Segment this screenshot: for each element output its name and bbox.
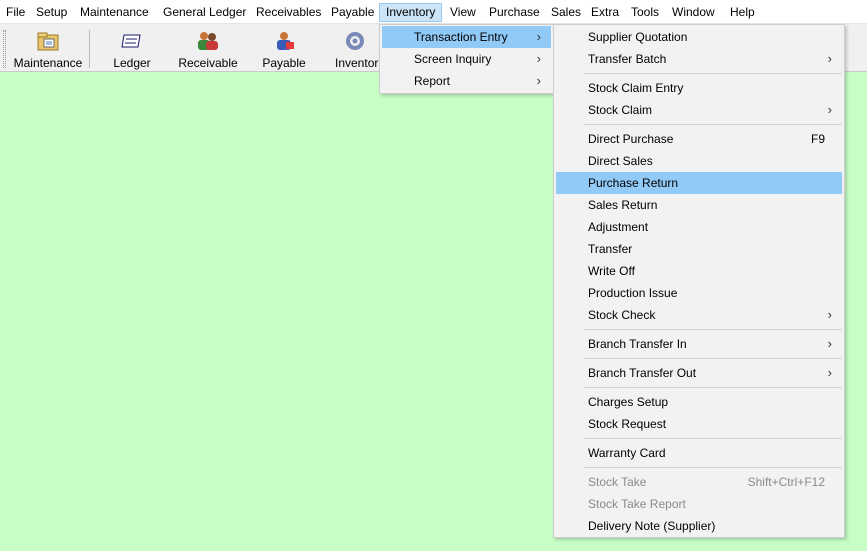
menu-item-shortcut: F9	[810, 132, 825, 146]
menu-item-label: Stock Check	[588, 308, 656, 322]
ledger-button-label: Ledger	[113, 56, 151, 70]
chevron-right-icon: ›	[827, 365, 832, 380]
menu-item-label: Report	[414, 74, 451, 88]
menu-extra[interactable]: Extra	[585, 3, 625, 22]
menu-item-label: Write Off	[588, 264, 635, 278]
menu-file[interactable]: File	[0, 3, 31, 22]
menu-item-supplier-quotation[interactable]: Supplier Quotation	[556, 26, 842, 48]
menu-item-purchase-return[interactable]: Purchase Return	[556, 172, 842, 194]
menu-item-label: Transfer Batch	[588, 52, 667, 66]
menu-item-label: Transfer	[588, 242, 633, 256]
menu-help[interactable]: Help	[724, 3, 761, 22]
menu-separator	[584, 387, 842, 388]
menu-separator	[584, 358, 842, 359]
menu-item-stock-take: Stock Take Shift+Ctrl+F12	[556, 471, 842, 493]
menu-item-stock-check[interactable]: Stock Check ›	[556, 304, 842, 326]
ledger-button[interactable]: Ledger	[102, 28, 162, 70]
menu-item-label: Direct Purchase	[588, 132, 674, 146]
menu-general-ledger[interactable]: General Ledger	[157, 3, 252, 22]
maintenance-icon	[37, 32, 59, 51]
menu-item-label: Supplier Quotation	[588, 30, 688, 44]
ledger-icon	[121, 34, 141, 48]
chevron-right-icon: ›	[827, 336, 832, 351]
menu-item-label: Screen Inquiry	[414, 52, 492, 66]
menu-item-label: Stock Claim Entry	[588, 81, 684, 95]
menu-item-label: Warranty Card	[588, 446, 666, 460]
receivable-button-label: Receivable	[178, 56, 238, 70]
menu-item-label: Production Issue	[588, 286, 678, 300]
toolbar-separator	[89, 30, 90, 68]
menu-item-label: Stock Request	[588, 417, 667, 431]
menu-item-transaction-entry[interactable]: Transaction Entry ›	[382, 26, 551, 48]
menu-separator	[584, 73, 842, 74]
menu-item-label: Transaction Entry	[414, 30, 508, 44]
receivable-button[interactable]: Receivable	[174, 28, 242, 70]
menu-item-label: Purchase Return	[588, 176, 679, 190]
inventory-button[interactable]: Inventor	[330, 28, 380, 70]
menu-item-label: Charges Setup	[588, 395, 669, 409]
menu-item-label: Branch Transfer In	[588, 337, 687, 351]
payable-button-label: Payable	[262, 56, 306, 70]
menu-purchase[interactable]: Purchase	[483, 3, 546, 22]
menu-item-label: Delivery Note (Supplier)	[588, 519, 716, 533]
menu-item-stock-claim[interactable]: Stock Claim ›	[556, 99, 842, 121]
menu-item-label: Sales Return	[588, 198, 658, 212]
menu-item-stock-take-report: Stock Take Report	[556, 493, 842, 515]
chevron-right-icon: ›	[536, 73, 541, 88]
menu-item-shortcut: Shift+Ctrl+F12	[747, 475, 825, 489]
menu-item-warranty-card[interactable]: Warranty Card	[556, 442, 842, 464]
menu-inventory[interactable]: Inventory	[379, 3, 443, 22]
menu-bar: File Setup Maintenance General Ledger Re…	[0, 0, 867, 24]
payable-button[interactable]: Payable	[256, 28, 312, 70]
menu-item-production-issue[interactable]: Production Issue	[556, 282, 842, 304]
menu-maintenance[interactable]: Maintenance	[74, 3, 155, 22]
menu-separator	[584, 467, 842, 468]
maintenance-button[interactable]: Maintenance	[10, 28, 86, 70]
menu-item-branch-transfer-in[interactable]: Branch Transfer In ›	[556, 333, 842, 355]
chevron-right-icon: ›	[827, 307, 832, 322]
inventory-button-label: Inventor	[335, 56, 379, 70]
menu-item-report[interactable]: Report ›	[382, 70, 551, 92]
menu-item-label: Stock Take Report	[588, 497, 686, 511]
menu-item-adjustment[interactable]: Adjustment	[556, 216, 842, 238]
menu-separator	[584, 329, 842, 330]
menu-item-delivery-note-supplier[interactable]: Delivery Note (Supplier)	[556, 515, 842, 537]
menu-payable[interactable]: Payable	[325, 3, 380, 22]
transaction-entry-menu: Supplier Quotation Transfer Batch › Stoc…	[553, 24, 845, 538]
menu-item-transfer[interactable]: Transfer	[556, 238, 842, 260]
menu-tools[interactable]: Tools	[625, 3, 665, 22]
inventory-menu: Transaction Entry › Screen Inquiry › Rep…	[379, 24, 554, 94]
menu-view[interactable]: View	[444, 3, 482, 22]
receivable-icon	[198, 32, 218, 50]
menu-item-label: Adjustment	[588, 220, 649, 234]
inventory-gear-icon	[346, 32, 364, 50]
payable-icon	[277, 32, 294, 50]
menu-window[interactable]: Window	[666, 3, 721, 22]
chevron-right-icon: ›	[827, 102, 832, 117]
chevron-right-icon: ›	[536, 51, 541, 66]
menu-item-stock-request[interactable]: Stock Request	[556, 413, 842, 435]
menu-item-transfer-batch[interactable]: Transfer Batch ›	[556, 48, 842, 70]
menu-item-label: Direct Sales	[588, 154, 653, 168]
menu-setup[interactable]: Setup	[30, 3, 73, 22]
menu-receivables[interactable]: Receivables	[250, 3, 327, 22]
menu-item-label: Branch Transfer Out	[588, 366, 697, 380]
menu-item-direct-purchase[interactable]: Direct Purchase F9	[556, 128, 842, 150]
toolbar-grip[interactable]	[3, 30, 6, 68]
menu-item-screen-inquiry[interactable]: Screen Inquiry ›	[382, 48, 551, 70]
menu-separator	[584, 438, 842, 439]
chevron-right-icon: ›	[827, 51, 832, 66]
menu-item-write-off[interactable]: Write Off	[556, 260, 842, 282]
menu-item-direct-sales[interactable]: Direct Sales	[556, 150, 842, 172]
menu-item-label: Stock Claim	[588, 103, 653, 117]
menu-sales[interactable]: Sales	[545, 3, 587, 22]
maintenance-button-label: Maintenance	[13, 56, 83, 70]
menu-item-sales-return[interactable]: Sales Return	[556, 194, 842, 216]
menu-item-branch-transfer-out[interactable]: Branch Transfer Out ›	[556, 362, 842, 384]
menu-separator	[584, 124, 842, 125]
chevron-right-icon: ›	[536, 29, 541, 44]
menu-item-charges-setup[interactable]: Charges Setup	[556, 391, 842, 413]
menu-item-label: Stock Take	[588, 475, 647, 489]
menu-item-stock-claim-entry[interactable]: Stock Claim Entry	[556, 77, 842, 99]
